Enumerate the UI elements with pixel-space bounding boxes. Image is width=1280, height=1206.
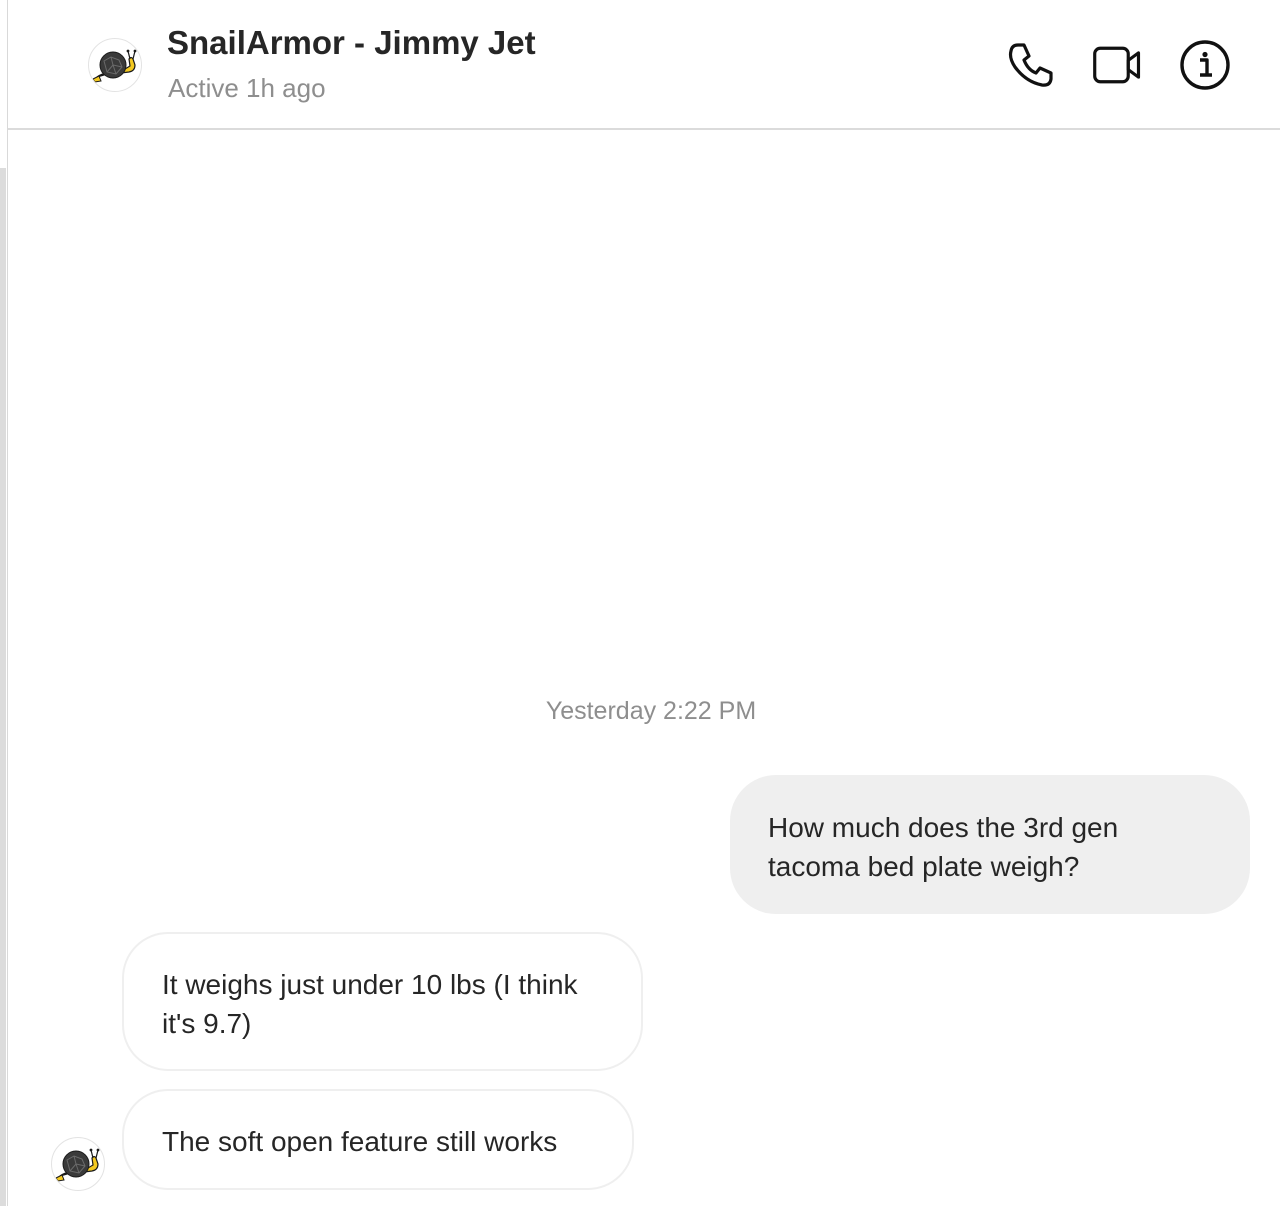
incoming-message-bubble[interactable]: It weighs just under 10 lbs (I think it'… [122, 932, 643, 1071]
snail-logo-icon [92, 49, 137, 83]
message-timestamp: Yesterday 2:22 PM [545, 697, 757, 725]
phone-icon[interactable] [1003, 38, 1057, 92]
video-camera-icon[interactable] [1091, 38, 1145, 92]
chat-window: SnailArmor - Jimmy Jet Active 1h ago Yes… [0, 0, 1280, 1206]
snail-logo-icon [55, 1148, 100, 1182]
sender-avatar[interactable] [51, 1137, 105, 1191]
contact-status: Active 1h ago [168, 73, 326, 103]
avatar[interactable] [88, 38, 142, 92]
incoming-message-bubble[interactable]: The soft open feature still works [122, 1089, 634, 1190]
conversation-header: SnailArmor - Jimmy Jet Active 1h ago [8, 0, 1280, 130]
contact-name[interactable]: SnailArmor - Jimmy Jet [167, 24, 536, 62]
info-icon[interactable] [1178, 38, 1232, 92]
left-scrollbar[interactable] [0, 168, 6, 1206]
outgoing-message-bubble[interactable]: How much does the 3rd gen tacoma bed pla… [730, 775, 1250, 914]
